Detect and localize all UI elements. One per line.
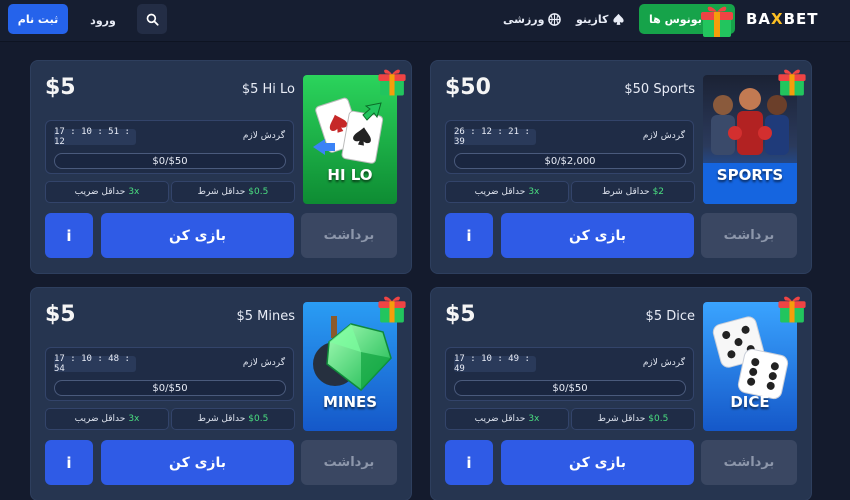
- min-bet: حداقل شرط $0.5: [171, 181, 295, 203]
- card-amount: $5: [45, 75, 76, 100]
- wager-label: گردش لازم: [242, 131, 285, 141]
- withdraw-button[interactable]: برداشت: [301, 440, 397, 485]
- logo-text-b: BET: [783, 10, 819, 28]
- login-button[interactable]: ورود: [86, 8, 120, 32]
- wager-box: 17 : 10 : 48 : 54 گردش لازم $0/$50: [45, 347, 294, 401]
- countdown-timer: 17 : 10 : 48 : 54: [54, 354, 136, 374]
- min-multiplier-label: حداقل ضریب: [74, 187, 126, 197]
- min-bet-value: $0.5: [248, 414, 269, 424]
- logo-text-x: X: [771, 10, 784, 28]
- card-title: $5 Dice: [645, 309, 695, 324]
- top-header: ثبت نام ورود ورزشی کازینو بونوس ها BA X …: [0, 0, 850, 42]
- min-multiplier-value: 3x: [528, 414, 540, 424]
- nav-casino-label: کازینو: [576, 12, 609, 26]
- countdown-timer: 26 : 12 : 21 : 39: [454, 127, 536, 147]
- wager-box: 17 : 10 : 49 : 49 گردش لازم $0/$50: [445, 347, 694, 401]
- card-amount: $50: [445, 75, 491, 100]
- nav-casino[interactable]: کازینو: [576, 9, 625, 29]
- info-button[interactable]: i: [45, 213, 93, 258]
- bonus-card-dice: $5 $5 Dice DICE 17: 10: 49: 49 گردش ل…: [430, 287, 812, 500]
- withdraw-button[interactable]: برداشت: [301, 213, 397, 258]
- wager-progress: $0/$2,000: [454, 153, 686, 169]
- min-bet: حداقل شرط $0.5: [571, 408, 695, 430]
- bonus-card-mines: $5 $5 Mines MINES 17 : 10: 48: 54 گردش…: [30, 287, 412, 500]
- wager-label: گردش لازم: [242, 358, 285, 368]
- play-button[interactable]: بازی کن: [501, 213, 694, 258]
- countdown-timer: 17 : 10 : 49 : 49: [454, 354, 536, 374]
- min-bet: حداقل شرط $0.5: [171, 408, 295, 430]
- bonus-label: بونوس ها: [649, 12, 702, 26]
- gift-icon: [778, 69, 806, 96]
- play-button[interactable]: بازی کن: [101, 440, 294, 485]
- thumbnail-label: HI LO: [327, 166, 373, 184]
- min-multiplier-value: 3x: [128, 414, 140, 424]
- gift-icon: [378, 69, 406, 96]
- min-multiplier-label: حداقل ضریب: [474, 187, 526, 197]
- min-multiplier: حداقل ضریب 3x: [445, 181, 569, 203]
- info-button[interactable]: i: [445, 440, 493, 485]
- wager-progress: $0/$50: [54, 153, 286, 169]
- min-multiplier-value: 3x: [128, 187, 140, 197]
- play-button[interactable]: بازی کن: [501, 440, 694, 485]
- card-title: $5 Hi Lo: [241, 82, 295, 97]
- gift-icon: [378, 296, 406, 323]
- brand-logo[interactable]: BA X BET: [746, 9, 836, 29]
- min-bet-value: $2: [652, 187, 665, 197]
- min-bet: حداقل شرط $2: [571, 181, 695, 203]
- search-button[interactable]: [137, 4, 167, 34]
- thumbnail-label: SPORTS: [716, 166, 784, 184]
- min-bet-label: حداقل شرط: [197, 187, 246, 197]
- gift-icon: [701, 6, 733, 37]
- withdraw-button[interactable]: برداشت: [701, 213, 797, 258]
- wager-label: گردش لازم: [642, 131, 685, 141]
- min-multiplier-label: حداقل ضریب: [474, 414, 526, 424]
- search-icon: [146, 13, 159, 26]
- wager-box: 17 : 10 : 51 : 12 گردش لازم $0/$50: [45, 120, 294, 174]
- withdraw-button[interactable]: برداشت: [701, 440, 797, 485]
- logo-text-a: BA: [746, 10, 772, 28]
- register-button[interactable]: ثبت نام: [8, 4, 68, 34]
- gift-icon: [778, 296, 806, 323]
- card-amount: $5: [445, 302, 476, 327]
- bonus-card-sports: $50 $50 Sports SPORTS 26 : 12: 21: 39 …: [430, 60, 812, 274]
- min-multiplier-value: 3x: [528, 187, 540, 197]
- thumbnail-label: MINES: [322, 393, 378, 411]
- wager-progress: $0/$50: [454, 380, 686, 396]
- card-title: $50 Sports: [624, 82, 695, 97]
- nav-sports-label: ورزشی: [503, 12, 545, 26]
- card-title: $5 Mines: [236, 309, 295, 324]
- min-multiplier-label: حداقل ضریب: [74, 414, 126, 424]
- wager-progress: $0/$50: [54, 380, 286, 396]
- info-button[interactable]: i: [45, 440, 93, 485]
- nav-sports[interactable]: ورزشی: [503, 9, 562, 29]
- min-bet-label: حداقل شرط: [197, 414, 246, 424]
- min-bet-label: حداقل شرط: [601, 187, 650, 197]
- min-multiplier: حداقل ضریب 3x: [45, 181, 169, 203]
- bonus-card-hilo: $5 $5 Hi Lo HI LO 17: 10: 51: 12 گردش…: [30, 60, 412, 274]
- countdown-timer: 17 : 10 : 51 : 12: [54, 127, 136, 147]
- wager-box: 26 : 12 : 21 : 39 گردش لازم $0/$2,000: [445, 120, 694, 174]
- thumbnail-label: DICE: [730, 393, 770, 411]
- min-bet-value: $0.5: [648, 414, 669, 424]
- min-bet-label: حداقل شرط: [597, 414, 646, 424]
- play-button[interactable]: بازی کن: [101, 213, 294, 258]
- min-bet-value: $0.5: [248, 187, 269, 197]
- spade-icon: [613, 13, 624, 25]
- min-multiplier: حداقل ضریب 3x: [45, 408, 169, 430]
- basketball-icon: [548, 12, 562, 26]
- info-button[interactable]: i: [445, 213, 493, 258]
- min-multiplier: حداقل ضریب 3x: [445, 408, 569, 430]
- wager-label: گردش لازم: [642, 358, 685, 368]
- card-amount: $5: [45, 302, 76, 327]
